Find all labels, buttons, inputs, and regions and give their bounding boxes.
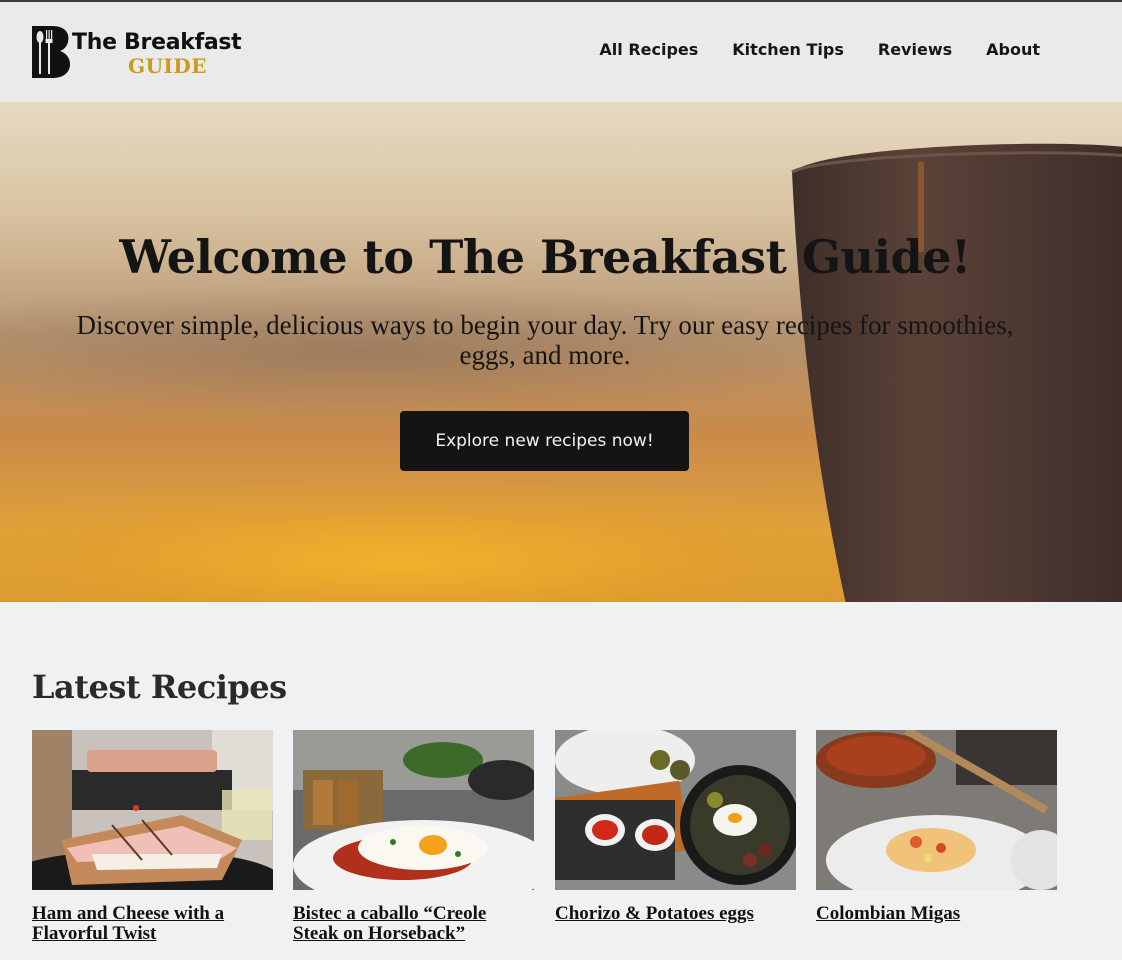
nav-about[interactable]: About: [986, 40, 1040, 59]
recipe-title-link[interactable]: Bistec a caballo “Creole Steak on Horseb…: [293, 904, 534, 944]
coffee-cup-image: [791, 143, 1122, 602]
hero-background-glow: [0, 482, 900, 602]
recipe-card: Chorizo & Potatoes eggs: [555, 730, 796, 924]
recipe-card: Ham and Cheese with a Flavorful Twist: [32, 730, 273, 944]
nav-all-recipes[interactable]: All Recipes: [599, 40, 698, 59]
recipe-card: Bistec a caballo “Creole Steak on Horseb…: [293, 730, 534, 944]
site-logo[interactable]: The Breakfast GUIDE: [32, 26, 262, 82]
recipe-title-link[interactable]: Chorizo & Potatoes eggs: [555, 904, 796, 924]
logo-fork-spoon-icon: [32, 26, 70, 78]
logo-subtitle: GUIDE: [128, 54, 207, 78]
chorizo-potatoes-eggs-pan-photo[interactable]: [555, 730, 796, 890]
hero-banner: Welcome to The Breakfast Guide! Discover…: [0, 102, 1122, 602]
nav-reviews[interactable]: Reviews: [878, 40, 952, 59]
recipe-title-link[interactable]: Colombian Migas: [816, 904, 1057, 924]
hero-description: Discover simple, delicious ways to begin…: [76, 310, 1014, 370]
site-header: The Breakfast GUIDE All Recipes Kitchen …: [0, 2, 1122, 102]
nav-kitchen-tips[interactable]: Kitchen Tips: [732, 40, 844, 59]
logo-title: The Breakfast: [72, 30, 242, 55]
steak-with-fried-egg-photo[interactable]: [293, 730, 534, 890]
main-nav: All Recipes Kitchen Tips Reviews About: [599, 40, 1040, 59]
explore-recipes-button[interactable]: Explore new recipes now!: [400, 411, 689, 471]
recipe-title-link[interactable]: Ham and Cheese with a Flavorful Twist: [32, 904, 273, 944]
colombian-migas-plate-photo[interactable]: [816, 730, 1057, 890]
recipe-card: Colombian Migas: [816, 730, 1057, 924]
ham-and-cheese-sandwich-photo[interactable]: [32, 730, 273, 890]
hero-title: Welcome to The Breakfast Guide!: [119, 230, 971, 284]
latest-recipes-heading: Latest Recipes: [32, 668, 287, 706]
